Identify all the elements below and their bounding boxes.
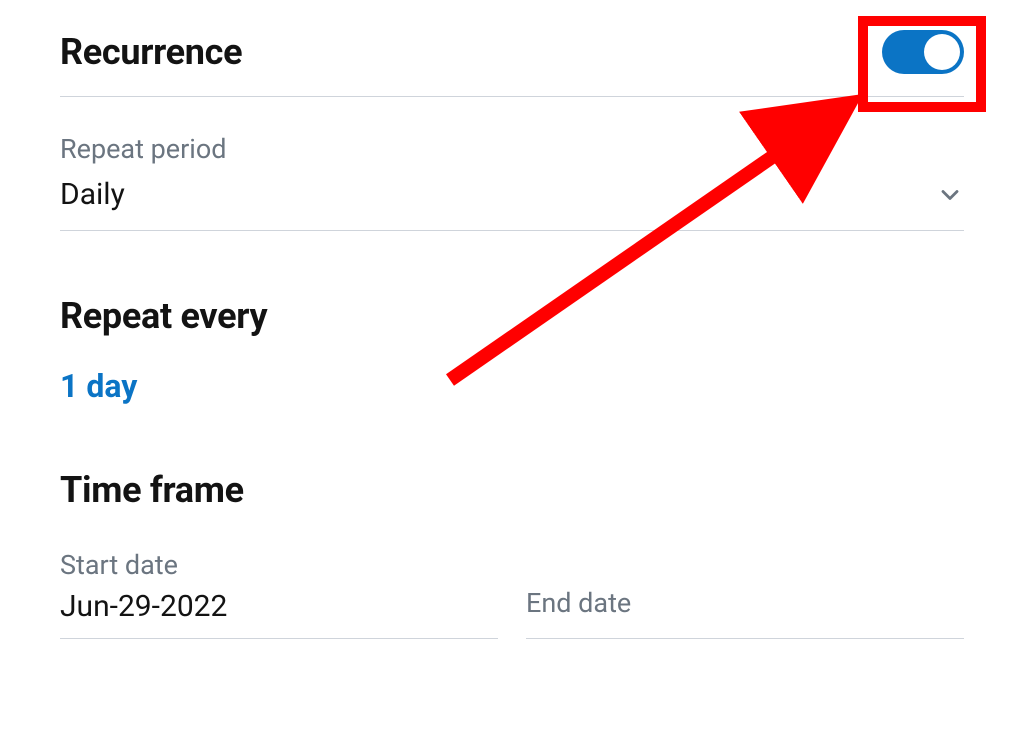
repeat-every-value[interactable]: 1 day: [60, 367, 137, 405]
toggle-knob: [924, 34, 960, 70]
start-date-value: Jun-29-2022: [60, 589, 498, 624]
repeat-period-value: Daily: [60, 177, 125, 212]
repeat-every-heading: Repeat every: [60, 295, 964, 337]
recurrence-toggle[interactable]: [882, 30, 964, 74]
end-date-label: End date: [526, 587, 964, 619]
chevron-down-icon: [936, 181, 964, 209]
repeat-period-select[interactable]: Daily: [60, 165, 964, 231]
end-date-field[interactable]: End date: [526, 549, 964, 639]
recurrence-title: Recurrence: [60, 31, 242, 73]
start-date-label: Start date: [60, 549, 498, 581]
repeat-period-label: Repeat period: [60, 133, 964, 165]
time-frame-heading: Time frame: [60, 469, 964, 511]
start-date-field[interactable]: Start date Jun-29-2022: [60, 549, 498, 639]
